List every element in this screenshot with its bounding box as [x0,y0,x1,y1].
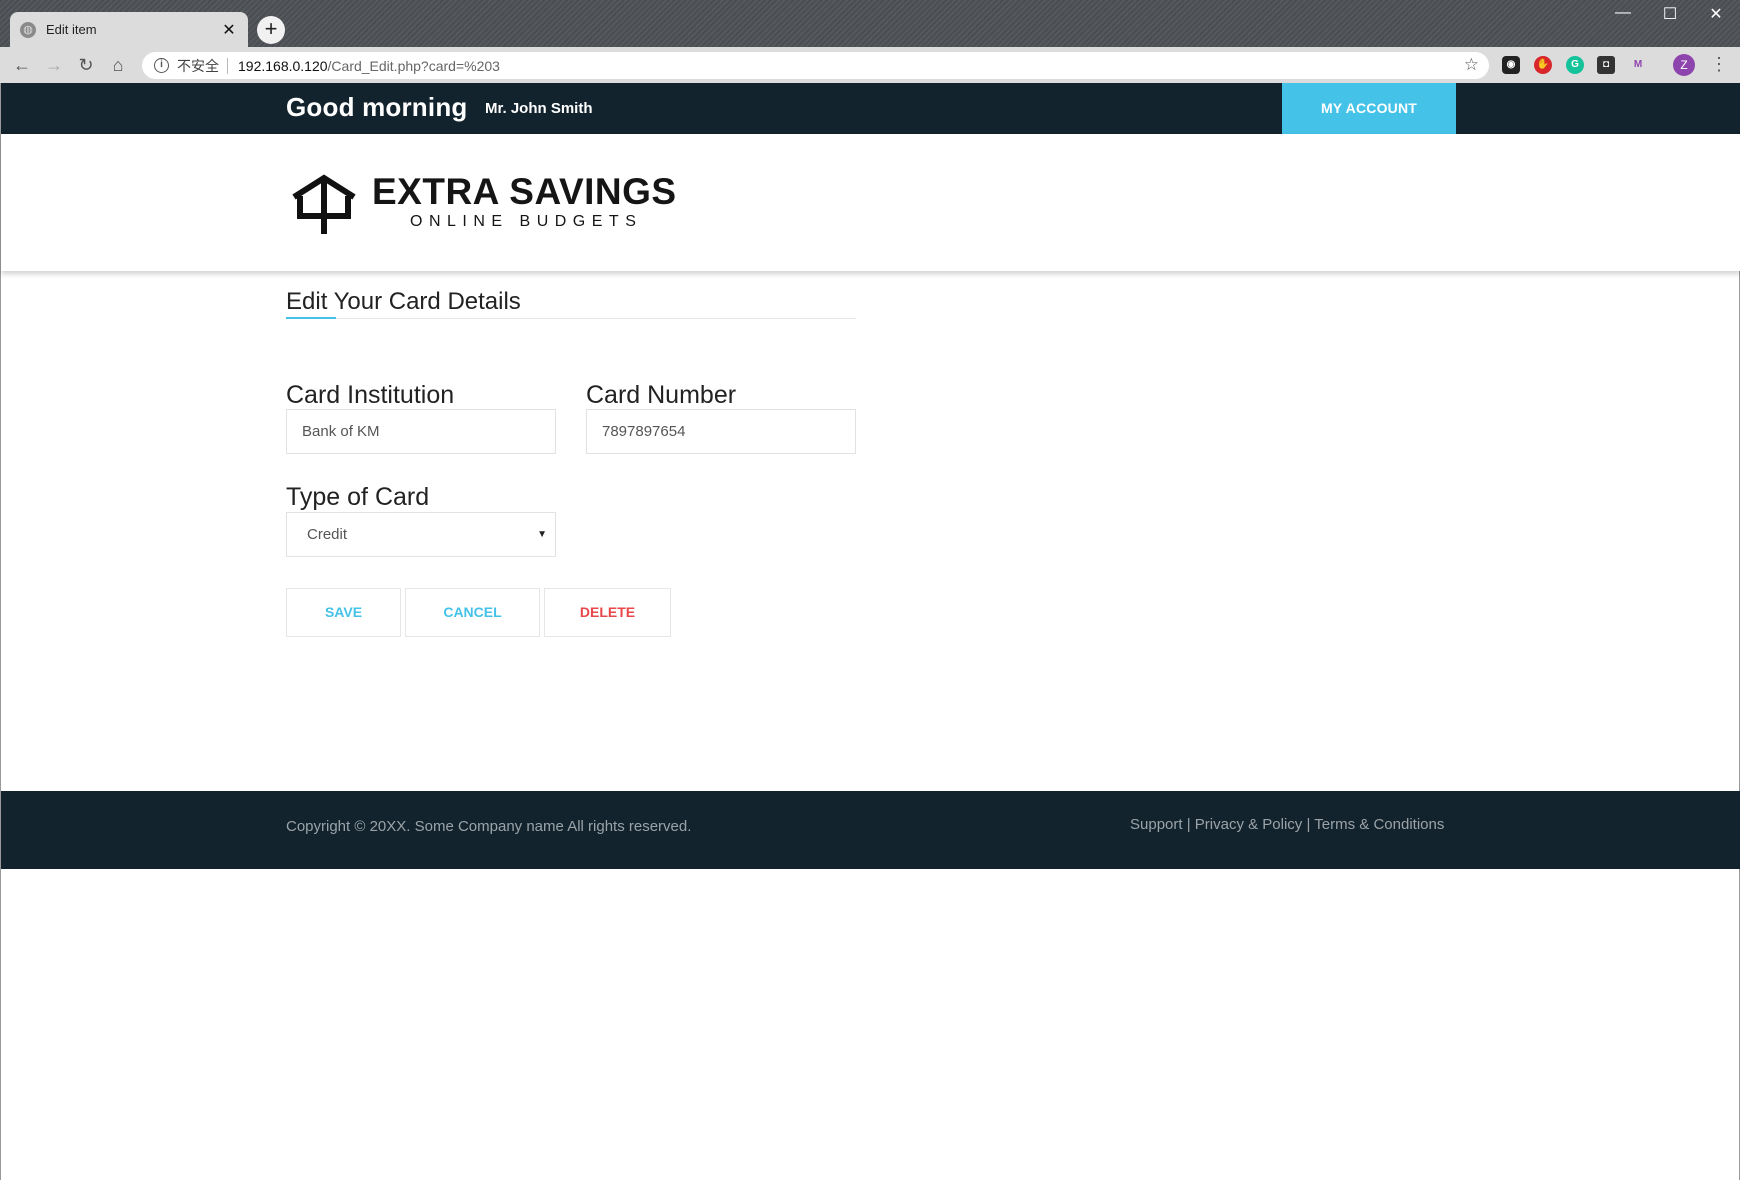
house-logo-icon[interactable] [290,172,360,234]
address-bar[interactable]: i 不安全 192.168.0.120/Card_Edit.php?card=%… [142,52,1489,79]
browser-menu-icon[interactable]: ⋮ [1710,54,1728,75]
card-type-selected: Credit [307,526,348,543]
profile-avatar[interactable]: Z [1673,54,1695,76]
close-window-icon[interactable]: ✕ [1696,4,1736,24]
minimize-icon[interactable]: — [1603,4,1643,22]
home-icon[interactable]: ⌂ [106,53,130,77]
logo-band: EXTRA SAVINGS ONLINE BUDGETS [1,134,1740,271]
info-icon[interactable]: i [154,58,169,73]
title-accent-underline [286,317,336,319]
site-logo[interactable]: EXTRA SAVINGS ONLINE BUDGETS [372,172,677,232]
extension-mask-icon[interactable]: ◘ [1597,56,1615,74]
delete-button[interactable]: DELETE [544,588,671,637]
maximize-icon[interactable]: ☐ [1650,4,1690,24]
back-icon[interactable]: ← [10,53,34,77]
card-number-label: Card Number [586,381,737,409]
page-title: Edit Your Card Details [286,288,521,315]
browser-tab[interactable]: ◍ Edit item ✕ [10,12,248,47]
logo-main-text: EXTRA SAVINGS [372,171,677,212]
logo-sub-text: ONLINE BUDGETS [410,213,643,230]
card-institution-input[interactable]: Bank of KM [286,409,556,454]
footer-separator: | [1302,816,1315,833]
insecure-label: 不安全 [177,57,219,74]
card-type-label: Type of Card [286,483,430,511]
cancel-button[interactable]: CANCEL [405,588,540,637]
card-number-input[interactable]: 7897897654 [586,409,856,454]
my-account-button[interactable]: MY ACCOUNT [1282,83,1456,134]
url-path: /Card_Edit.php?card=%203 [327,57,500,74]
terms-link[interactable]: Terms & Conditions [1314,816,1444,833]
extension-grammarly-icon[interactable]: G [1566,56,1584,74]
address-separator [227,57,228,74]
site-footer: Copyright © 20XX. Some Company name All … [1,791,1740,869]
footer-separator: | [1182,816,1195,833]
extension-m-icon[interactable]: M [1629,56,1647,74]
greeting-text: Good morning [286,92,468,122]
new-tab-button[interactable]: + [257,16,285,44]
site-topbar: Good morning Mr. John Smith MY ACCOUNT [1,83,1740,134]
web-page: Good morning Mr. John Smith MY ACCOUNT E… [0,83,1740,1180]
user-name: Mr. John Smith [485,100,593,117]
copyright-text: Copyright © 20XX. Some Company name All … [286,818,692,835]
globe-icon: ◍ [20,21,36,38]
forward-icon[interactable]: → [42,53,66,77]
bookmark-star-icon[interactable]: ☆ [1464,55,1479,75]
privacy-link[interactable]: Privacy & Policy [1195,816,1303,833]
save-button[interactable]: SAVE [286,588,401,637]
title-divider [286,318,856,319]
dropdown-caret-icon: ▼ [537,529,547,540]
reload-icon[interactable]: ↻ [74,53,98,77]
card-institution-label: Card Institution [286,381,455,409]
support-link[interactable]: Support [1130,816,1183,833]
extension-glasses-icon[interactable]: ◉ [1502,56,1520,74]
card-type-select[interactable]: Credit ▼ [286,512,556,557]
tab-title: Edit item [46,22,97,37]
url-host: 192.168.0.120 [238,57,328,74]
footer-links: Support | Privacy & Policy | Terms & Con… [1130,816,1444,833]
browser-toolbar: ← → ↻ ⌂ i 不安全 192.168.0.120/Card_Edit.ph… [0,47,1740,83]
extension-shield-icon[interactable]: ✋ [1534,56,1552,74]
tab-close-icon[interactable]: ✕ [220,20,238,40]
browser-titlebar: ◍ Edit item ✕ + — ☐ ✕ [0,0,1740,47]
